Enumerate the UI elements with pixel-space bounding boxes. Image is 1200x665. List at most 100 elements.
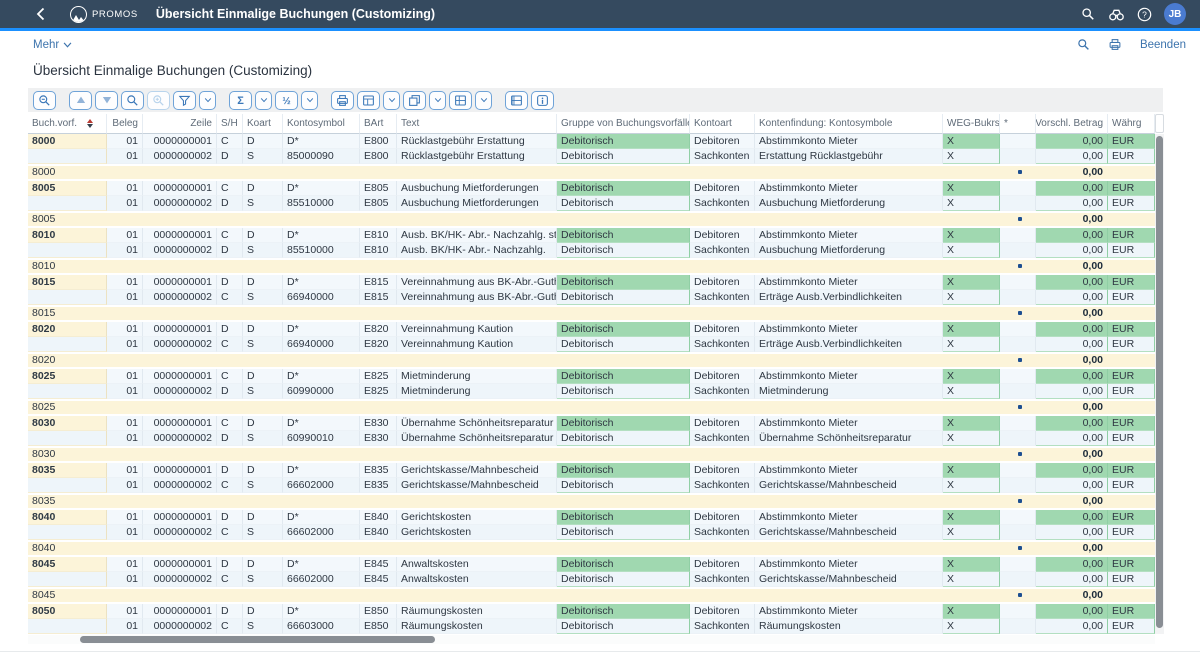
subtotals-button[interactable]: ½ [275,91,298,110]
column-header-text[interactable]: Text [397,114,557,134]
subtotal-row[interactable]: 80050,00 [28,213,1155,226]
subtotal-cell-buchvorf: 8010 [28,260,107,273]
find-next-button[interactable] [147,91,170,110]
table-row[interactable]: 010000000002CS66940000E820Vereinnahmung … [28,337,1155,352]
subtotal-row[interactable]: 80400,00 [28,542,1155,555]
table-row[interactable]: 8040010000000001DDD*E840GerichtskostenDe… [28,510,1155,525]
table-row[interactable]: 010000000002DS60990010E830Übernahme Schö… [28,431,1155,446]
chevron-down-icon [433,95,443,105]
filter-button[interactable] [173,91,196,110]
sort-descending-button[interactable] [95,91,118,110]
help-icon[interactable]: ? [1136,6,1152,22]
subtotal-row[interactable]: 80300,00 [28,448,1155,461]
print-icon[interactable] [1108,37,1123,52]
subtotal-cell-bart [360,401,397,414]
subtotal-cell-koart [243,213,283,226]
table-row[interactable]: 010000000002DS60990000E825MietminderungD… [28,384,1155,399]
beenden-button[interactable]: Beenden [1140,39,1186,51]
table-row[interactable]: 010000000002DS85510000E810Ausb. BK/HK- A… [28,243,1155,258]
column-header-kontenfindung[interactable]: Kontenfindung: Kontosymbole [755,114,943,134]
table-row[interactable]: 8005010000000001CDD*E805Ausbuchung Mietf… [28,181,1155,196]
find-button[interactable] [121,91,144,110]
cell-kontenfindung: Abstimmkonto Mieter [755,510,943,525]
table-row[interactable]: 010000000002DS85000090E800Rücklastgebühr… [28,149,1155,164]
sort-ascending-button[interactable] [69,91,92,110]
table-row[interactable]: 8020010000000001DDD*E820Vereinnahmung Ka… [28,322,1155,337]
back-icon[interactable] [36,7,50,21]
column-header-betrag[interactable]: Vorschl. Betrag [1036,114,1108,134]
table-row[interactable]: 8025010000000001CDD*E825MietminderungDeb… [28,369,1155,384]
cell-koart: D [243,134,283,149]
column-header-bart[interactable]: BArt [360,114,397,134]
column-header-waehrg[interactable]: Währg [1108,114,1155,134]
triangle-down-icon [101,94,113,106]
info-button[interactable] [531,91,554,110]
binoculars-icon[interactable] [1108,6,1124,22]
search-icon[interactable] [1080,6,1096,22]
subtotal-row[interactable]: 80200,00 [28,354,1155,367]
choose-layout-button[interactable] [505,91,528,110]
vertical-scrollbar-button[interactable] [1155,114,1164,133]
subtotal-row[interactable]: 80350,00 [28,495,1155,508]
filter-dropdown-button[interactable] [199,91,216,110]
subtotals-dropdown-button[interactable] [301,91,318,110]
cell-kontoart: Sachkonten [690,619,755,634]
search-icon[interactable] [1076,37,1091,52]
layout-dropdown-button[interactable] [475,91,492,110]
table-row[interactable]: 8030010000000001CDD*E830Übernahme Schönh… [28,416,1155,431]
views-dropdown-button[interactable] [429,91,446,110]
table-row[interactable]: 010000000002CS66603000E850Räumungskosten… [28,619,1155,634]
subtotal-row[interactable]: 80100,00 [28,260,1155,273]
subtotal-row[interactable]: 80250,00 [28,401,1155,414]
export-dropdown-button[interactable] [383,91,400,110]
table-row[interactable]: 010000000002DS85510000E805Ausbuchung Mie… [28,196,1155,211]
layout-button[interactable] [449,91,472,110]
table-row[interactable]: 010000000002CS66940000E815Vereinnahmung … [28,290,1155,305]
cell-koart: D [243,275,283,290]
subtotal-row[interactable]: 80150,00 [28,307,1155,320]
user-avatar[interactable]: JB [1164,3,1186,25]
subtotal-cell-waehrg [1108,307,1155,320]
column-header-kontosymbol[interactable]: Kontosymbol [283,114,360,134]
table-row[interactable]: 010000000002CS66602000E845AnwaltskostenD… [28,572,1155,587]
column-header-weg[interactable]: WEG-Bukrs [943,114,1000,134]
print-button[interactable] [331,91,354,110]
column-header-beleg[interactable]: Beleg [107,114,143,134]
table-row[interactable]: 8035010000000001DDD*E835Gerichtskasse/Ma… [28,463,1155,478]
subtotal-marker-icon [1018,264,1022,268]
subtotal-cell-betrag: 0,00 [1036,542,1108,555]
details-button[interactable] [33,91,56,110]
subtotal-row[interactable]: 80000,00 [28,166,1155,179]
column-header-koart[interactable]: Koart [243,114,283,134]
table-row[interactable]: 010000000002CS66602000E835Gerichtskasse/… [28,478,1155,493]
horizontal-scrollbar-thumb[interactable] [80,636,435,643]
table-row[interactable]: 8015010000000001DDD*E815Vereinnahmung au… [28,275,1155,290]
horizontal-scrollbar[interactable] [28,635,1155,644]
cell-text: Vereinnahmung Kaution [397,322,557,337]
cell-sh: D [217,557,243,572]
cell-koart: D [243,181,283,196]
cell-sh: D [217,196,243,211]
table-row[interactable]: 8045010000000001DDD*E845AnwaltskostenDeb… [28,557,1155,572]
vertical-scrollbar-thumb[interactable] [1156,136,1163,628]
table-row[interactable]: 8010010000000001CDD*E810Ausb. BK/HK- Abr… [28,228,1155,243]
cell-sh: D [217,322,243,337]
column-header-kontoart[interactable]: Kontoart [690,114,755,134]
export-button[interactable] [357,91,380,110]
subtotal-cell-gruppe [557,260,690,273]
subtotal-cell-kontosymbol [283,495,360,508]
table-row[interactable]: 010000000002CS66602000E840Gerichtskosten… [28,525,1155,540]
more-menu-button[interactable]: Mehr [33,39,72,51]
table-row[interactable]: 8000010000000001CDD*E800Rücklastgebühr E… [28,134,1155,149]
column-header-zeile[interactable]: Zeile [143,114,217,134]
total-button[interactable]: Σ [229,91,252,110]
views-button[interactable] [403,91,426,110]
column-header-buchvorf[interactable]: Buch.vorf. [28,114,107,134]
total-dropdown-button[interactable] [255,91,272,110]
column-header-star[interactable]: * [1000,114,1036,134]
subtotal-row[interactable]: 80450,00 [28,589,1155,602]
table-row[interactable]: 8050010000000001DDD*E850RäumungskostenDe… [28,604,1155,619]
vertical-scrollbar[interactable] [1155,134,1164,634]
column-header-sh[interactable]: S/H [217,114,243,134]
column-header-gruppe[interactable]: Gruppe von Buchungsvorfällen [557,114,690,134]
